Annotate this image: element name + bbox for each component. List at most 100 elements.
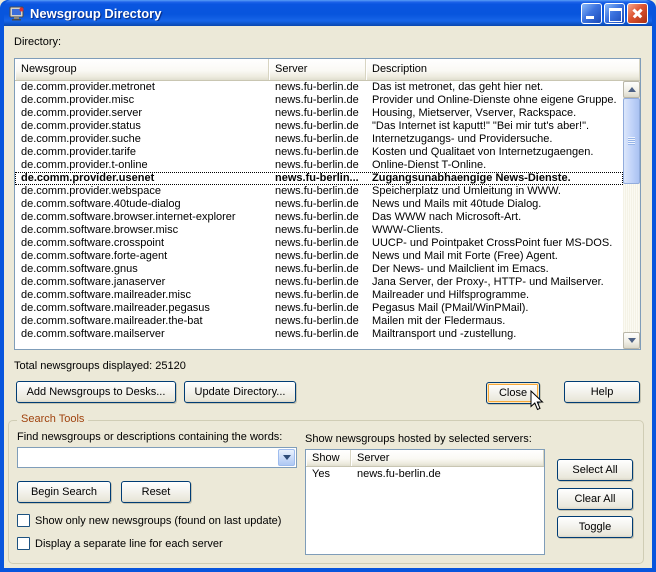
cell-server: news.fu-berlin.de [269,120,366,133]
cell-server: news.fu-berlin... [269,172,366,185]
toggle-button[interactable]: Toggle [557,516,633,538]
cell-server: news.fu-berlin.de [269,250,366,263]
cell-newsgroup: de.comm.provider.usenet [15,172,269,185]
cell-server: news.fu-berlin.de [269,185,366,198]
column-header-server[interactable]: Server [351,450,544,466]
minimize-button[interactable] [581,3,602,24]
add-newsgroups-button[interactable]: Add Newsgroups to Desks... [16,381,176,403]
combo-dropdown-button[interactable] [278,449,295,466]
search-words-input[interactable] [18,448,277,467]
cell-server: news.fu-berlin.de [269,315,366,328]
table-row[interactable]: de.comm.provider.tarifenews.fu-berlin.de… [15,146,623,159]
cell-newsgroup: de.comm.software.browser.misc [15,224,269,237]
table-row[interactable]: de.comm.provider.servernews.fu-berlin.de… [15,107,623,120]
table-row[interactable]: de.comm.software.gnusnews.fu-berlin.deDe… [15,263,623,276]
select-all-button[interactable]: Select All [557,459,633,481]
cell-server: news.fu-berlin.de [269,289,366,302]
table-row[interactable]: de.comm.provider.usenetnews.fu-berlin...… [15,172,623,185]
cell-newsgroup: de.comm.provider.misc [15,94,269,107]
maximize-button[interactable] [604,3,625,24]
table-row[interactable]: de.comm.software.mailservernews.fu-berli… [15,328,623,341]
update-directory-button[interactable]: Update Directory... [184,381,296,403]
window-title: Newsgroup Directory [30,6,579,21]
server-list: Show Server Yesnews.fu-berlin.de [305,449,545,555]
table-row[interactable]: de.comm.provider.webspacenews.fu-berlin.… [15,185,623,198]
cell-newsgroup: de.comm.provider.webspace [15,185,269,198]
column-header-server[interactable]: Server [269,59,366,80]
checkbox-box-icon[interactable] [17,514,30,527]
server-row[interactable]: Yesnews.fu-berlin.de [306,467,544,481]
table-row[interactable]: de.comm.software.mailreader.miscnews.fu-… [15,289,623,302]
cell-description: Kosten und Qualitaet von Internetzugaeng… [366,146,623,159]
cell-server: news.fu-berlin.de [269,328,366,341]
scrollbar-thumb[interactable] [623,98,640,184]
table-row[interactable]: de.comm.software.crosspointnews.fu-berli… [15,237,623,250]
server-rows: Yesnews.fu-berlin.de [306,467,544,481]
checkbox-box-icon[interactable] [17,537,30,550]
newsgroup-rows: de.comm.provider.metronetnews.fu-berlin.… [15,81,623,349]
cell-newsgroup: de.comm.software.mailreader.pegasus [15,302,269,315]
listview-header: Newsgroup Server Description [15,59,640,81]
vertical-scrollbar[interactable] [623,81,640,349]
column-header-description[interactable]: Description [366,59,640,80]
cell-description: UUCP- und Pointpaket CrossPoint fuer MS-… [366,237,623,250]
close-window-button[interactable] [627,3,648,24]
cell-description: Mailtransport und -zustellung. [366,328,623,341]
cell-newsgroup: de.comm.provider.metronet [15,81,269,94]
cell-description: Der News- und Mailclient im Emacs. [366,263,623,276]
table-row[interactable]: de.comm.software.janaservernews.fu-berli… [15,276,623,289]
cell-server: news.fu-berlin.de [269,302,366,315]
table-row[interactable]: de.comm.software.mailreader.pegasusnews.… [15,302,623,315]
cell-description: Housing, Mietserver, Vserver, Rackspace. [366,107,623,120]
table-row[interactable]: de.comm.provider.suchenews.fu-berlin.deI… [15,133,623,146]
cell-newsgroup: de.comm.provider.status [15,120,269,133]
cell-description: Online-Dienst T-Online. [366,159,623,172]
help-button[interactable]: Help [564,381,640,403]
table-row[interactable]: de.comm.provider.miscnews.fu-berlin.dePr… [15,94,623,107]
close-button[interactable]: Close [486,382,540,404]
arrow-down-icon [628,338,636,343]
cell-description: Mailreader und Hilfsprogramme. [366,289,623,302]
cell-server: news.fu-berlin.de [269,276,366,289]
clear-all-button[interactable]: Clear All [557,488,633,510]
arrow-up-icon [628,87,636,92]
show-only-new-label: Show only new newsgroups (found on last … [35,515,281,527]
cell-server: news.fu-berlin.de [269,211,366,224]
column-header-newsgroup[interactable]: Newsgroup [15,59,269,80]
search-words-combobox[interactable] [17,447,297,468]
search-tools-group: Search Tools Find newsgroups or descript… [8,420,644,564]
table-row[interactable]: de.comm.provider.metronetnews.fu-berlin.… [15,81,623,94]
begin-search-button[interactable]: Begin Search [17,481,111,503]
cell-newsgroup: de.comm.provider.tarife [15,146,269,159]
cell-server: news.fu-berlin.de [269,107,366,120]
cell-server: news.fu-berlin.de [351,467,544,481]
cell-newsgroup: de.comm.software.gnus [15,263,269,276]
cell-description: Das ist metronet, das geht hier net. [366,81,623,94]
cell-description: Speicherplatz und Umleitung in WWW. [366,185,623,198]
cell-server: news.fu-berlin.de [269,224,366,237]
scroll-down-button[interactable] [623,332,640,349]
table-row[interactable]: de.comm.software.40tude-dialognews.fu-be… [15,198,623,211]
hosted-servers-label: Show newsgroups hosted by selected serve… [305,433,532,445]
table-row[interactable]: de.comm.software.mailreader.the-batnews.… [15,315,623,328]
cell-description: News und Mail mit Forte (Free) Agent. [366,250,623,263]
cell-server: news.fu-berlin.de [269,159,366,172]
cell-description: Zugangsunabhaengige News-Dienste. [366,172,623,185]
table-row[interactable]: de.comm.software.browser.miscnews.fu-ber… [15,224,623,237]
cell-description: News und Mails mit 40tude Dialog. [366,198,623,211]
table-row[interactable]: de.comm.provider.statusnews.fu-berlin.de… [15,120,623,133]
separate-line-checkbox[interactable]: Display a separate line for each server [17,537,223,550]
titlebar[interactable]: Newsgroup Directory [4,0,652,26]
cell-server: news.fu-berlin.de [269,81,366,94]
server-list-header: Show Server [306,450,544,467]
newsgroup-listview: Newsgroup Server Description de.comm.pro… [14,58,641,350]
table-row[interactable]: de.comm.software.forte-agentnews.fu-berl… [15,250,623,263]
cell-server: news.fu-berlin.de [269,237,366,250]
show-only-new-checkbox[interactable]: Show only new newsgroups (found on last … [17,514,281,527]
column-header-show[interactable]: Show [306,450,351,466]
reset-button[interactable]: Reset [121,481,191,503]
search-tools-title: Search Tools [17,413,88,425]
table-row[interactable]: de.comm.software.browser.internet-explor… [15,211,623,224]
table-row[interactable]: de.comm.provider.t-onlinenews.fu-berlin.… [15,159,623,172]
scroll-up-button[interactable] [623,81,640,98]
